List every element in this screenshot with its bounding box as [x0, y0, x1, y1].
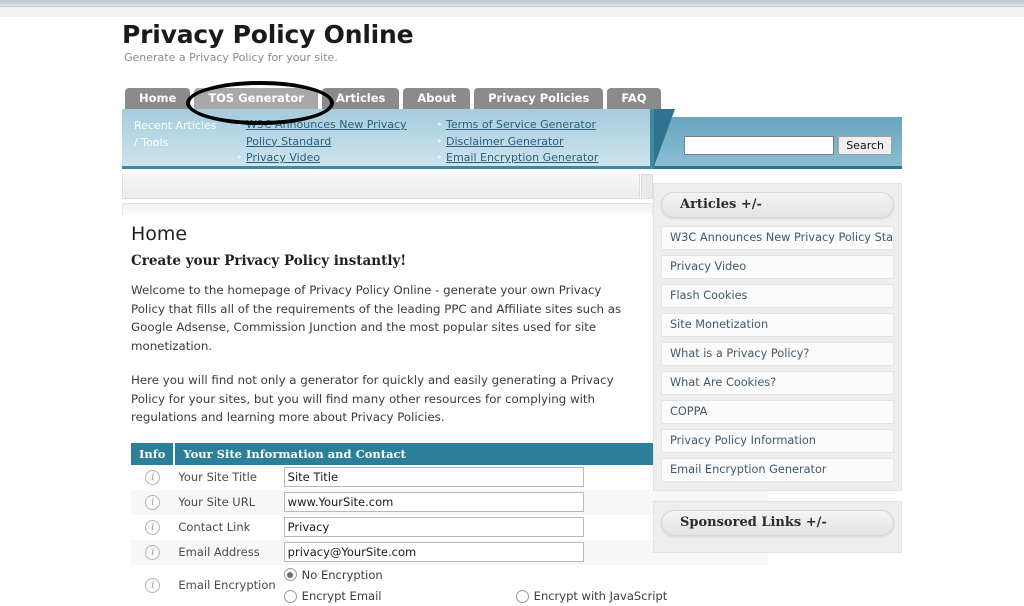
field-label-email-encryption: Email Encryption — [174, 565, 279, 606]
site-title: Privacy Policy Online — [122, 20, 902, 50]
radio-row-second: Encrypt Email Encrypt with JavaScript — [284, 588, 764, 604]
info-icon[interactable]: i — [145, 520, 160, 535]
subnav-label-line2: / Tools — [134, 134, 234, 151]
subnav-column-recent-articles: •W3C Announces New Privacy Policy Standa… — [234, 117, 434, 167]
field-label-email-address: Email Address — [174, 540, 279, 565]
sidebar-link-email-encryption-generator[interactable]: Email Encryption Generator — [661, 458, 894, 482]
breadcrumb-bar — [122, 174, 640, 199]
radio-button[interactable] — [284, 590, 297, 603]
site-tagline: Generate a Privacy Policy for your site. — [124, 51, 902, 65]
subnav-link-label: W3C Announces New Privacy Policy Standar… — [246, 118, 407, 148]
email-encryption-radio-group: No Encryption Encrypt Email — [284, 567, 764, 605]
email-address-input[interactable] — [284, 542, 584, 562]
radio-option-encrypt-javascript[interactable]: Encrypt with JavaScript — [516, 588, 668, 604]
sidebar-link-w3c-standard[interactable]: W3C Announces New Privacy Policy Standar… — [661, 226, 894, 250]
field-label-contact-link: Contact Link — [174, 515, 279, 540]
radio-button[interactable] — [284, 568, 297, 581]
field-label-site-url: Your Site URL — [174, 490, 279, 515]
content-top-strip — [122, 203, 653, 215]
subnav-label-line1: Recent Articles — [134, 117, 234, 134]
sidebar-link-what-is-privacy-policy[interactable]: What is a Privacy Policy? — [661, 342, 894, 366]
page-title: Home — [131, 221, 641, 247]
sidebar-link-site-monetization[interactable]: Site Monetization — [661, 313, 894, 337]
subnav-fold-edge — [650, 109, 654, 169]
radio-label: Encrypt with JavaScript — [534, 588, 668, 604]
site-title-input[interactable] — [284, 467, 584, 487]
field-label-site-title: Your Site Title — [174, 465, 279, 490]
subnav-link-tos-generator[interactable]: •Terms of Service Generator — [434, 117, 634, 134]
search-bar: Search — [653, 117, 902, 169]
nav-tab-articles[interactable]: Articles — [322, 88, 399, 109]
bullet-icon: • — [436, 150, 443, 167]
info-icon[interactable]: i — [145, 545, 160, 560]
bullet-icon: • — [436, 117, 443, 134]
sponsored-links-panel: Sponsored Links +/- — [653, 501, 902, 553]
right-sidebar: Articles +/- W3C Announces New Privacy P… — [653, 183, 902, 563]
subnav-column-tools: •Terms of Service Generator •Disclaimer … — [434, 117, 634, 167]
subnav-link-w3c-standard[interactable]: •W3C Announces New Privacy Policy Standa… — [234, 117, 434, 150]
subnav-link-email-encryption-generator[interactable]: •Email Encryption Generator — [434, 150, 634, 167]
main-navigation: Home TOS Generator Articles About Privac… — [125, 88, 661, 109]
subnav-link-label: Terms of Service Generator — [446, 118, 596, 131]
subnav-link-disclaimer-generator[interactable]: •Disclaimer Generator — [434, 134, 634, 151]
contact-link-input[interactable] — [284, 517, 584, 537]
sponsored-links-panel-header[interactable]: Sponsored Links +/- — [661, 510, 894, 536]
bullet-icon: • — [436, 134, 443, 151]
subnav-bar: Recent Articles / Tools •W3C Announces N… — [122, 109, 660, 169]
subnav-link-privacy-video[interactable]: •Privacy Video — [234, 150, 434, 167]
bullet-icon: • — [236, 150, 243, 167]
articles-panel: Articles +/- W3C Announces New Privacy P… — [653, 183, 902, 491]
sidebar-link-privacy-video[interactable]: Privacy Video — [661, 255, 894, 279]
browser-gray-strip — [0, 7, 1024, 17]
bullet-icon: • — [236, 117, 243, 134]
sidebar-link-what-are-cookies[interactable]: What Are Cookies? — [661, 371, 894, 395]
subnav-fold-triangle — [653, 109, 675, 169]
main-content: Home Create your Privacy Policy instantl… — [122, 203, 653, 606]
content-paragraph-2: Here you will find not only a generator … — [131, 371, 623, 427]
sidebar-link-privacy-policy-information[interactable]: Privacy Policy Information — [661, 429, 894, 453]
sidebar-link-coppa[interactable]: COPPA — [661, 400, 894, 424]
site-url-input[interactable] — [284, 492, 584, 512]
info-icon[interactable]: i — [145, 470, 160, 485]
site-header: Privacy Policy Online Generate a Privacy… — [122, 20, 902, 65]
subnav-link-label: Privacy Video — [246, 151, 320, 164]
search-form: Search — [684, 136, 892, 155]
sidebar-link-flash-cookies[interactable]: Flash Cookies — [661, 284, 894, 308]
subnav-section-label: Recent Articles / Tools — [134, 117, 234, 167]
nav-tab-home[interactable]: Home — [125, 88, 190, 109]
radio-label: Encrypt Email — [302, 588, 382, 604]
nav-tab-privacy-policies[interactable]: Privacy Policies — [474, 88, 603, 109]
content-paragraph-1: Welcome to the homepage of Privacy Polic… — [131, 281, 623, 355]
nav-tab-about[interactable]: About — [403, 88, 470, 109]
subnav-link-label: Disclaimer Generator — [446, 135, 564, 148]
info-icon[interactable]: i — [145, 578, 160, 593]
table-row: i Email Encryption No Encryption — [131, 565, 768, 606]
breadcrumb-scroll-cap — [641, 174, 653, 199]
browser-top-chrome-strip — [0, 0, 1024, 7]
search-button[interactable]: Search — [838, 136, 892, 155]
nav-tab-tos-generator[interactable]: TOS Generator — [194, 88, 318, 109]
info-icon[interactable]: i — [145, 495, 160, 510]
content-subtitle: Create your Privacy Policy instantly! — [131, 253, 641, 269]
radio-option-no-encryption[interactable]: No Encryption — [284, 567, 383, 583]
search-input[interactable] — [684, 136, 834, 155]
radio-option-encrypt-email[interactable]: Encrypt Email — [284, 588, 516, 604]
articles-panel-header[interactable]: Articles +/- — [661, 192, 894, 218]
radio-button[interactable] — [516, 590, 529, 603]
table-header-info: Info — [131, 443, 174, 465]
radio-label: No Encryption — [302, 567, 383, 583]
nav-tab-faq[interactable]: FAQ — [607, 88, 660, 109]
page-root: Privacy Policy Online Generate a Privacy… — [0, 17, 1024, 564]
subnav-link-label: Email Encryption Generator — [446, 151, 598, 164]
